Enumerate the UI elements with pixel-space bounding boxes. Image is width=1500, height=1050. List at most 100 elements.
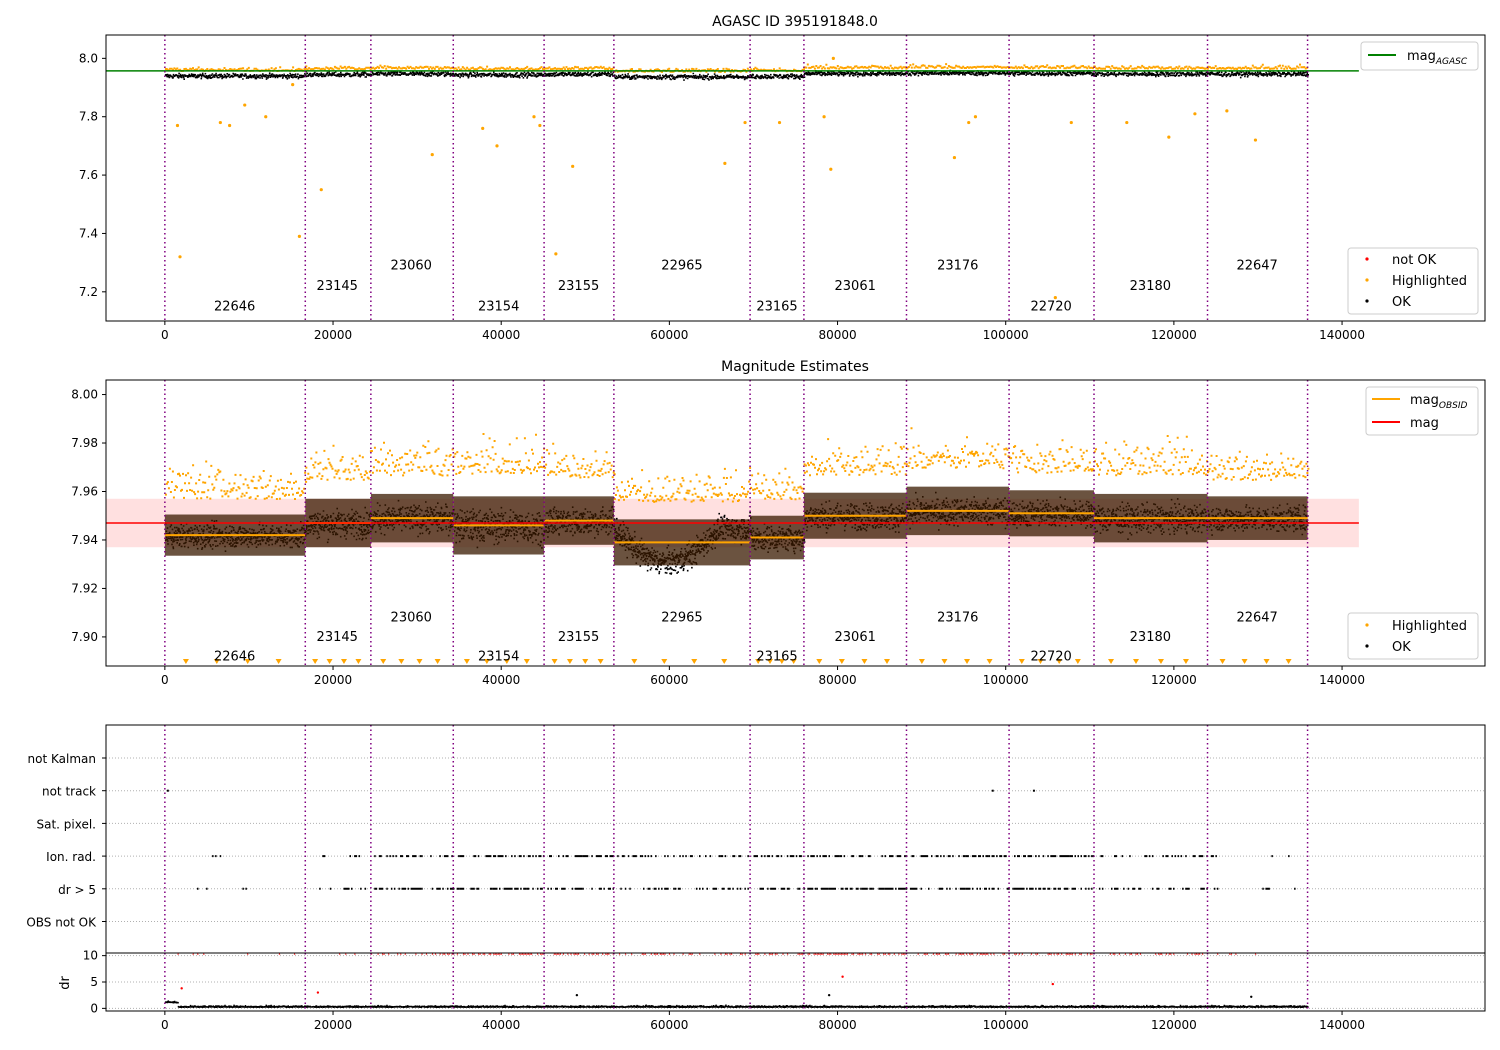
panel1-xtick-label: 40000 [482, 328, 520, 342]
panel4-ytick-label: 0 [90, 1001, 98, 1015]
flag-label: Sat. pixel. [36, 817, 96, 831]
legend2-ok-marker [1365, 644, 1369, 648]
highlighted-point [178, 255, 182, 259]
panel1-xtick-label: 80000 [818, 328, 856, 342]
legend-ok-marker [1365, 299, 1369, 303]
panel4-xtick-label: 100000 [983, 1018, 1029, 1032]
dr-outlier-point [575, 993, 579, 997]
highlighted-point [532, 115, 536, 119]
panel4-ylabel: dr [58, 976, 73, 990]
panel1-obsid-label: 23060 [391, 259, 432, 274]
highlighted-point [538, 123, 542, 128]
legend2-highlighted-marker [1365, 623, 1369, 627]
highlighted-point [319, 188, 323, 192]
panel1-xtick-label: 120000 [1151, 328, 1197, 342]
dr-outlier-point [316, 991, 320, 994]
panel2-obsid-label: 23145 [317, 630, 358, 645]
panel1-obsid-label: 23165 [756, 299, 797, 314]
panel2-obsid-label: 23165 [756, 649, 797, 664]
legend-notok-marker [1365, 257, 1369, 261]
highlighted-point [297, 234, 301, 238]
highlighted-point [228, 123, 232, 128]
highlighted-point [264, 115, 268, 119]
panel2-xtick-label: 120000 [1151, 673, 1197, 687]
panel2-ytick-label: 7.96 [71, 484, 98, 498]
panel1-obsid-label: 22646 [214, 299, 255, 314]
panel1-obsid-label: 23061 [835, 279, 876, 294]
highlighted-point [571, 164, 575, 168]
panel1-ytick-label: 8.0 [79, 51, 98, 65]
highlighted-point [1225, 109, 1229, 113]
panel2-ytick-label: 7.98 [71, 436, 98, 450]
legend2-highlighted-label: Highlighted [1392, 619, 1467, 634]
highlighted-point [1193, 112, 1197, 116]
panel1-legend-top: magAGASC [1360, 41, 1479, 71]
panel1-obsid-label: 23154 [478, 299, 519, 314]
legend-mag-label: mag [1410, 416, 1439, 431]
not-track-point [1032, 789, 1035, 792]
panel1-obsid-label: 23176 [937, 259, 978, 274]
panel2-ytick-label: 7.90 [71, 630, 98, 644]
dr-outlier-point [180, 987, 183, 990]
highlighted-point [967, 120, 971, 125]
panel2-xtick-label: 40000 [482, 673, 520, 687]
flag-label: Ion. rad. [46, 850, 96, 864]
panel4-xtick-label: 40000 [482, 1018, 520, 1032]
panel4-xtick-label: 0 [161, 1018, 169, 1032]
panel1-xtick-label: 20000 [314, 328, 352, 342]
highlighted-point [829, 167, 833, 171]
panel4-xtick-label: 60000 [650, 1018, 688, 1032]
panel1-ytick-label: 7.2 [79, 285, 98, 299]
legend-ok-label: OK [1392, 295, 1411, 310]
not-track-point [991, 789, 994, 792]
panel2-xtick-label: 100000 [983, 673, 1029, 687]
flag-label: dr > 5 [58, 883, 96, 897]
dr-outlier-point [841, 975, 844, 978]
highlighted-point [723, 161, 727, 166]
panel2-title: Magnitude Estimates [721, 359, 869, 375]
highlighted-point [1167, 135, 1171, 139]
highlighted-point [831, 56, 835, 60]
highlighted-point [822, 115, 826, 119]
highlighted-point [952, 155, 957, 160]
panel1-title: AGASC ID 395191848.0 [712, 14, 878, 30]
highlighted-point [1125, 120, 1129, 125]
panel2-obsid-label: 23060 [391, 611, 432, 626]
panel2-obsid-label: 23176 [937, 611, 978, 626]
flag-label: not track [42, 785, 96, 799]
flag-label: not Kalman [28, 752, 96, 766]
panel1-ytick-label: 7.6 [79, 168, 98, 182]
panel2-obsid-label: 22720 [1030, 649, 1071, 664]
panel1-xtick-label: 140000 [1319, 328, 1365, 342]
panel1-xtick-label: 0 [161, 328, 169, 342]
panel4-xtick-label: 140000 [1319, 1018, 1365, 1032]
legend-highlighted-marker [1365, 278, 1369, 282]
panel1-obsid-label: 22720 [1030, 299, 1071, 314]
panel2-obsid-label: 23154 [478, 649, 519, 664]
highlighted-point [495, 144, 499, 148]
panel2-obsid-label: 23061 [835, 630, 876, 645]
dr-outlier-point [1250, 995, 1253, 998]
panel4-xtick-label: 120000 [1151, 1018, 1197, 1032]
dr-outlier-point [1051, 982, 1055, 986]
panel4-xtick-label: 80000 [818, 1018, 856, 1032]
not-track-point [166, 789, 169, 792]
panel1-legend-bottom: not OK Highlighted OK [1347, 247, 1479, 315]
flag-label: OBS not OK [26, 916, 97, 930]
highlighted-point [218, 120, 222, 125]
highlighted-point [430, 153, 434, 157]
panel4-ytick-label: 5 [90, 975, 98, 989]
panel2-legend-bottom: Highlighted OK [1347, 612, 1479, 660]
legend2-ok-label: OK [1392, 640, 1411, 655]
panel2-ytick-label: 8.00 [71, 388, 98, 402]
panel2-obsid-label: 22965 [661, 611, 702, 626]
figure: AGASC ID 395191848.0 22646 23145 23060 2315… [0, 0, 1500, 1050]
panel2-xtick-label: 140000 [1319, 673, 1365, 687]
highlighted-point [554, 252, 558, 256]
panel1-xtick-label: 100000 [983, 328, 1029, 342]
panel2-xtick-label: 20000 [314, 673, 352, 687]
legend-highlighted-label: Highlighted [1392, 274, 1467, 289]
panel1-xtick-label: 60000 [650, 328, 688, 342]
highlighted-point [743, 120, 747, 125]
panel2-ytick-label: 7.92 [71, 581, 98, 595]
